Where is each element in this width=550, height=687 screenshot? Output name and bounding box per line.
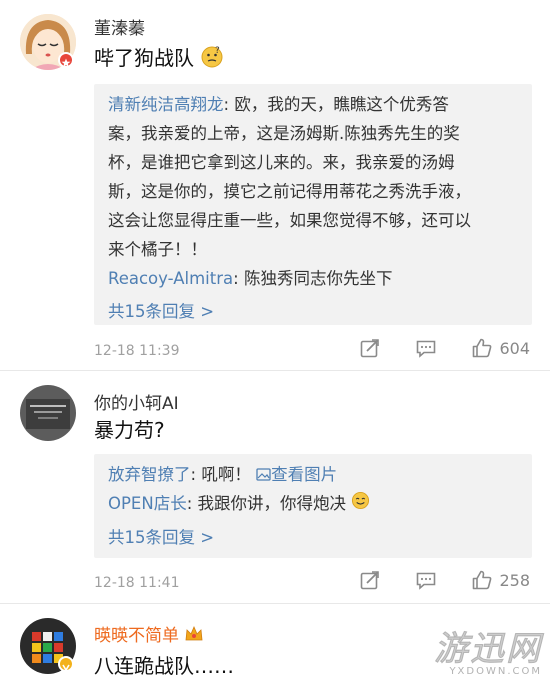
comment-text: 暴力苟? xyxy=(94,418,165,442)
reply-text: 欧，我的天，瞧瞧这个优秀答 xyxy=(234,95,449,114)
comment-text: 八连跪战队…… xyxy=(94,654,234,678)
verified-icon xyxy=(62,664,70,672)
reply-item: OPEN店长: 我跟你讲，你得炮决 xyxy=(108,489,518,519)
image-icon xyxy=(256,468,271,481)
watermark-main-text: 游迅网 xyxy=(434,629,542,670)
watermark-sub-text: YXDOWN.COM xyxy=(449,666,542,677)
username[interactable]: 董溱蓁 xyxy=(94,14,145,39)
view-image-link[interactable]: 查看图片 xyxy=(256,465,337,484)
thinking-face-emoji-icon: ? xyxy=(200,45,224,74)
watermark-logo: 游迅网 YXDOWN.COM xyxy=(434,621,542,678)
reply-separator: : xyxy=(233,269,244,288)
repost-button[interactable] xyxy=(359,569,381,591)
comment-text: 哔了狗战队 ? xyxy=(94,42,224,74)
view-image-label: 查看图片 xyxy=(271,465,338,484)
reply-item: 清新纯洁高翔龙: 欧，我的天，瞧瞧这个优秀答 xyxy=(108,90,518,119)
like-icon xyxy=(473,338,492,358)
vip-badge xyxy=(58,656,74,672)
vip-badge xyxy=(58,52,74,68)
reply-box: 放弃智撩了: 吼啊！ 查看图片 OPEN店长: 我跟你讲，你得炮决 共15条回复… xyxy=(94,454,532,558)
reply-text-line: 案，我亲爱的上帝，这是汤姆斯.陈独秀先生的奖 xyxy=(108,124,460,143)
reply-text: 陈独秀同志你先坐下 xyxy=(243,269,393,288)
crown-emoji-icon xyxy=(184,625,204,647)
username-text: 暎暎不简单 xyxy=(94,626,179,646)
reply-separator: : xyxy=(190,465,202,484)
reply-text-line: 杯，是谁把它拿到这儿来的。来，我亲爱的汤姆 xyxy=(108,153,455,172)
reply-username[interactable]: 清新纯洁高翔龙 xyxy=(108,95,224,114)
comment-icon xyxy=(417,572,436,590)
like-icon xyxy=(473,570,492,590)
more-replies-link[interactable]: 共15条回复 > xyxy=(108,297,518,326)
avatar-photo-icon xyxy=(20,385,76,441)
more-replies-link[interactable]: 共15条回复 > xyxy=(108,523,518,552)
reply-text: 我跟你讲，你得炮决 xyxy=(197,494,347,513)
like-count: 604 xyxy=(499,338,530,358)
like-button[interactable]: 604 xyxy=(471,337,530,359)
comment-text-content: 哔了狗战队 xyxy=(94,46,194,70)
username[interactable]: 你的小轲AI xyxy=(94,389,179,414)
username[interactable]: 暎暎不简单 xyxy=(94,621,204,647)
reply-separator: : xyxy=(186,494,198,513)
comment-button[interactable] xyxy=(415,337,437,359)
comment-icon xyxy=(417,340,436,358)
reply-username[interactable]: 放弃智撩了 xyxy=(108,465,191,484)
divider xyxy=(0,370,550,371)
svg-text:?: ? xyxy=(215,46,220,56)
divider xyxy=(0,603,550,604)
like-button[interactable]: 258 xyxy=(471,569,530,591)
reply-text-line: 来个橘子！！ xyxy=(108,240,207,259)
repost-icon xyxy=(361,339,380,358)
reply-username[interactable]: OPEN店长 xyxy=(108,494,187,513)
reply-item: Reacoy-Almitra: 陈独秀同志你先坐下 xyxy=(108,264,518,293)
reply-box: 清新纯洁高翔龙: 欧，我的天，瞧瞧这个优秀答 案，我亲爱的上帝，这是汤姆斯.陈独… xyxy=(94,84,532,325)
smile-emoji-icon xyxy=(351,490,370,519)
action-bar: 258 xyxy=(325,569,530,591)
timestamp: 12-18 11:41 xyxy=(94,575,180,591)
timestamp: 12-18 11:39 xyxy=(94,343,180,359)
repost-icon xyxy=(361,571,380,590)
reply-text-line: 斯，这是你的，摸它之前记得用蒂花之秀洗手液， xyxy=(108,182,471,201)
repost-button[interactable] xyxy=(359,337,381,359)
action-bar: 604 xyxy=(325,337,530,359)
reply-text-line: 这会让您显得庄重一些，如果您觉得不够，还可以 xyxy=(108,211,471,230)
star-icon xyxy=(61,58,71,67)
avatar[interactable] xyxy=(20,385,76,441)
reply-text: 吼啊！ xyxy=(201,465,251,484)
comment-button[interactable] xyxy=(415,569,437,591)
reply-item: 放弃智撩了: 吼啊！ 查看图片 xyxy=(108,460,518,489)
like-count: 258 xyxy=(499,570,530,590)
reply-username[interactable]: Reacoy-Almitra xyxy=(108,269,233,288)
reply-separator: : xyxy=(223,95,235,114)
